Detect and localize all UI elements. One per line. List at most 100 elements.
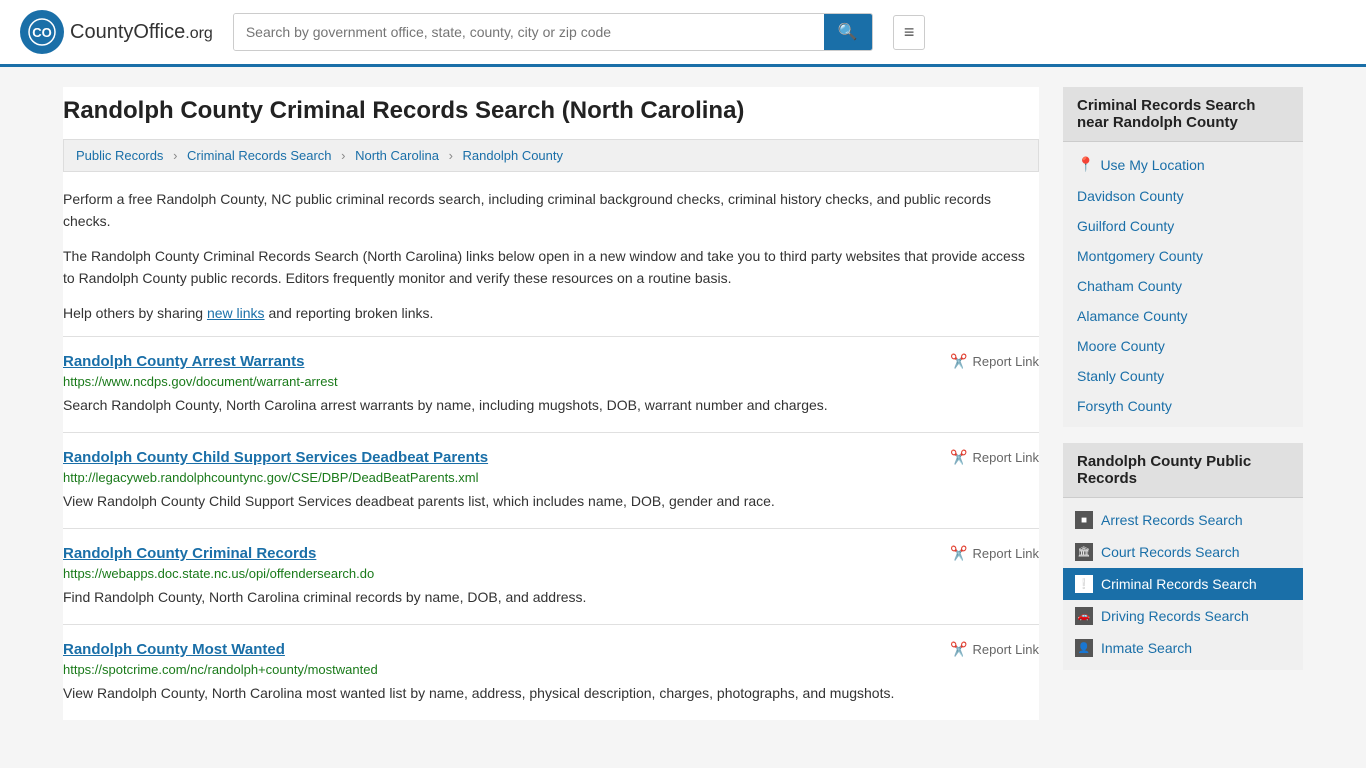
breadcrumb-sep-3: › <box>449 148 453 163</box>
report-link-button[interactable]: ✂️ Report Link <box>950 641 1039 658</box>
breadcrumb-public-records[interactable]: Public Records <box>76 148 163 163</box>
public-records-body: ■ Arrest Records Search 🏛 Court Records … <box>1063 498 1303 670</box>
report-link-label: Report Link <box>973 642 1039 657</box>
sidebar: Criminal Records Search near Randolph Co… <box>1063 87 1303 720</box>
nearby-county-link[interactable]: Davidson County <box>1063 181 1303 211</box>
public-records-header: Randolph County Public Records <box>1063 443 1303 498</box>
link-url[interactable]: http://legacyweb.randolphcountync.gov/CS… <box>63 470 1039 485</box>
content-area: Randolph County Criminal Records Search … <box>63 87 1039 720</box>
link-card-title[interactable]: Randolph County Arrest Warrants <box>63 353 304 370</box>
link-card-header: Randolph County Child Support Services D… <box>63 449 1039 466</box>
report-link-button[interactable]: ✂️ Report Link <box>950 545 1039 562</box>
public-records-title: Randolph County Public Records <box>1077 453 1251 487</box>
intro-para-3-after: and reporting broken links. <box>265 305 434 321</box>
link-url[interactable]: https://www.ncdps.gov/document/warrant-a… <box>63 374 1039 389</box>
nearby-county-link[interactable]: Chatham County <box>1063 271 1303 301</box>
breadcrumb-sep-1: › <box>173 148 177 163</box>
nearby-counties-body: 📍 Use My Location Davidson County Guilfor… <box>1063 142 1303 427</box>
report-link-label: Report Link <box>973 546 1039 561</box>
search-bar: 🔍 <box>233 13 873 51</box>
pub-rec-icon: 👤 <box>1075 639 1093 657</box>
link-desc: View Randolph County Child Support Servi… <box>63 491 1039 512</box>
county-label: Forsyth County <box>1077 398 1172 414</box>
county-label: Montgomery County <box>1077 248 1203 264</box>
intro-para-2: The Randolph County Criminal Records Sea… <box>63 245 1039 290</box>
nearby-counties-title: Criminal Records Search near Randolph Co… <box>1077 97 1255 131</box>
public-records-box: Randolph County Public Records ■ Arrest … <box>1063 443 1303 670</box>
report-link-label: Report Link <box>973 450 1039 465</box>
hamburger-icon: ≡ <box>904 22 915 42</box>
link-url[interactable]: https://spotcrime.com/nc/randolph+county… <box>63 662 1039 677</box>
nearby-county-link[interactable]: Moore County <box>1063 331 1303 361</box>
pub-rec-item[interactable]: 🚗 Driving Records Search <box>1063 600 1303 632</box>
report-icon: ✂️ <box>950 545 967 562</box>
search-icon: 🔍 <box>838 24 858 41</box>
link-card: Randolph County Arrest Warrants ✂️ Repor… <box>63 336 1039 432</box>
breadcrumb-randolph-county[interactable]: Randolph County <box>463 148 563 163</box>
link-card-header: Randolph County Criminal Records ✂️ Repo… <box>63 545 1039 562</box>
pub-rec-icon: 🏛 <box>1075 543 1093 561</box>
pub-rec-icon: 🚗 <box>1075 607 1093 625</box>
county-label: Davidson County <box>1077 188 1184 204</box>
county-label: Alamance County <box>1077 308 1188 324</box>
link-desc: Find Randolph County, North Carolina cri… <box>63 587 1039 608</box>
pub-rec-icon: ■ <box>1075 511 1093 529</box>
pub-rec-item[interactable]: ■ Arrest Records Search <box>1063 504 1303 536</box>
location-icon: 📍 <box>1077 156 1094 173</box>
site-header: CO CountyOffice.org 🔍 ≡ <box>0 0 1366 67</box>
link-desc: View Randolph County, North Carolina mos… <box>63 683 1039 704</box>
report-link-button[interactable]: ✂️ Report Link <box>950 353 1039 370</box>
nearby-county-link[interactable]: Forsyth County <box>1063 391 1303 421</box>
pub-rec-label: Arrest Records Search <box>1101 512 1243 528</box>
link-url[interactable]: https://webapps.doc.state.nc.us/opi/offe… <box>63 566 1039 581</box>
pub-rec-label: Driving Records Search <box>1101 608 1249 624</box>
hamburger-menu-button[interactable]: ≡ <box>893 15 926 50</box>
pub-rec-item[interactable]: ❕ Criminal Records Search <box>1063 568 1303 600</box>
nearby-county-link[interactable]: Montgomery County <box>1063 241 1303 271</box>
county-label: Chatham County <box>1077 278 1182 294</box>
county-label: Moore County <box>1077 338 1165 354</box>
link-card: Randolph County Child Support Services D… <box>63 432 1039 528</box>
county-label: Guilford County <box>1077 218 1174 234</box>
breadcrumb-sep-2: › <box>341 148 345 163</box>
link-cards-container: Randolph County Arrest Warrants ✂️ Repor… <box>63 336 1039 720</box>
breadcrumb-criminal-records-search[interactable]: Criminal Records Search <box>187 148 332 163</box>
logo-text: CountyOffice.org <box>70 21 213 44</box>
link-card-title[interactable]: Randolph County Child Support Services D… <box>63 449 488 466</box>
intro-para-3: Help others by sharing new links and rep… <box>63 302 1039 324</box>
site-logo[interactable]: CO CountyOffice.org <box>20 10 213 54</box>
link-card-title[interactable]: Randolph County Criminal Records <box>63 545 316 562</box>
nearby-counties-list: Davidson County Guilford County Montgomery… <box>1063 181 1303 421</box>
link-desc: Search Randolph County, North Carolina a… <box>63 395 1039 416</box>
new-links-link[interactable]: new links <box>207 305 265 321</box>
pub-rec-label: Court Records Search <box>1101 544 1240 560</box>
report-link-label: Report Link <box>973 354 1039 369</box>
pub-records-list: ■ Arrest Records Search 🏛 Court Records … <box>1063 504 1303 664</box>
pub-rec-item[interactable]: 👤 Inmate Search <box>1063 632 1303 664</box>
report-link-button[interactable]: ✂️ Report Link <box>950 449 1039 466</box>
nearby-county-link[interactable]: Alamance County <box>1063 301 1303 331</box>
pub-rec-icon: ❕ <box>1075 575 1093 593</box>
svg-text:CO: CO <box>32 25 52 40</box>
use-my-location-link[interactable]: 📍 Use My Location <box>1063 148 1303 181</box>
link-card-header: Randolph County Arrest Warrants ✂️ Repor… <box>63 353 1039 370</box>
pub-rec-label: Inmate Search <box>1101 640 1192 656</box>
breadcrumb: Public Records › Criminal Records Search… <box>63 139 1039 172</box>
link-card-header: Randolph County Most Wanted ✂️ Report Li… <box>63 641 1039 658</box>
intro-para-3-before: Help others by sharing <box>63 305 207 321</box>
nearby-county-link[interactable]: Guilford County <box>1063 211 1303 241</box>
nearby-county-link[interactable]: Stanly County <box>1063 361 1303 391</box>
link-card: Randolph County Criminal Records ✂️ Repo… <box>63 528 1039 624</box>
link-card-title[interactable]: Randolph County Most Wanted <box>63 641 285 658</box>
report-icon: ✂️ <box>950 353 967 370</box>
search-input[interactable] <box>234 14 824 50</box>
link-card: Randolph County Most Wanted ✂️ Report Li… <box>63 624 1039 720</box>
page-title: Randolph County Criminal Records Search … <box>63 87 1039 125</box>
logo-icon: CO <box>20 10 64 54</box>
report-icon: ✂️ <box>950 641 967 658</box>
nearby-counties-header: Criminal Records Search near Randolph Co… <box>1063 87 1303 142</box>
main-container: Randolph County Criminal Records Search … <box>43 67 1323 740</box>
pub-rec-item[interactable]: 🏛 Court Records Search <box>1063 536 1303 568</box>
search-button[interactable]: 🔍 <box>824 14 872 50</box>
breadcrumb-north-carolina[interactable]: North Carolina <box>355 148 439 163</box>
